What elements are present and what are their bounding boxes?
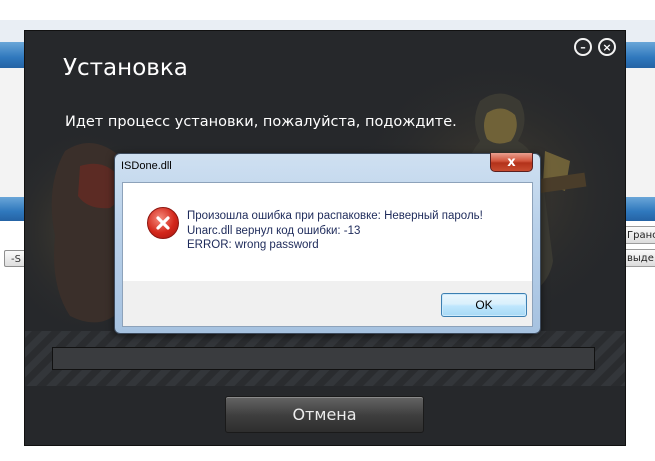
error-message-line: Unarc.dll вернул код ошибки: -13 — [187, 224, 361, 237]
dialog-title: ISDone.dll — [121, 160, 172, 172]
minimize-icon: – — [580, 40, 586, 54]
close-icon: x — [507, 154, 516, 170]
installer-close-button[interactable]: × — [598, 38, 616, 56]
dialog-message-area: Произошла ошибка при распаковке: Неверны… — [123, 183, 532, 281]
background-right-button-1[interactable]: Гранс — [622, 226, 655, 244]
error-dialog: ISDone.dll x Произошла ошибка при распак… — [114, 153, 541, 334]
error-message: Произошла ошибка при распаковке: Неверны… — [187, 209, 483, 253]
error-message-line: Произошла ошибка при распаковке: Неверны… — [187, 210, 483, 222]
error-message-line: ERROR: wrong password — [187, 239, 319, 251]
dialog-close-button[interactable]: x — [490, 153, 533, 172]
minimize-button[interactable]: – — [574, 38, 592, 56]
background-right-button-2[interactable]: выде — [622, 249, 655, 267]
install-progress-bar — [52, 347, 595, 370]
installer-status-text: Идет процесс установки, пожалуйста, подо… — [65, 114, 457, 130]
dialog-body: Произошла ошибка при распаковке: Неверны… — [122, 182, 533, 327]
installer-title: Установка — [63, 55, 188, 81]
error-icon — [147, 207, 179, 239]
ok-button[interactable]: OK — [441, 293, 527, 317]
close-icon: × — [602, 40, 612, 54]
cancel-button[interactable]: Отмена — [225, 396, 424, 433]
